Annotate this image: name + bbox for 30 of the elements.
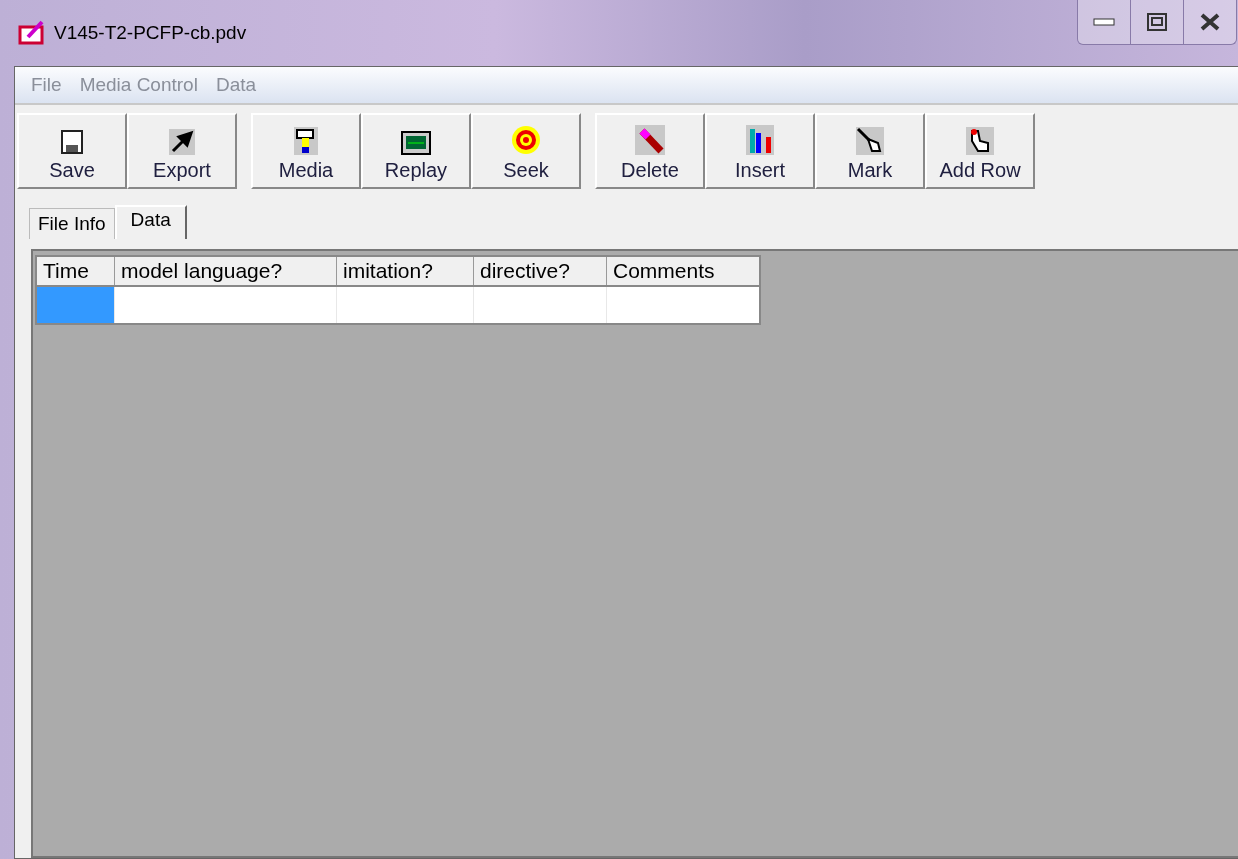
column-header[interactable]: Time bbox=[36, 256, 115, 286]
arrow-icon bbox=[169, 129, 195, 155]
tab[interactable]: File Info bbox=[29, 208, 115, 239]
toolbar-button[interactable]: Save bbox=[17, 113, 127, 189]
toolbar-button[interactable]: Mark bbox=[815, 113, 925, 189]
minimize-icon bbox=[1093, 18, 1115, 26]
tab[interactable]: Data bbox=[114, 205, 187, 239]
toolbar-button[interactable]: Export bbox=[127, 113, 237, 189]
video-camera-icon bbox=[294, 127, 318, 155]
table-cell[interactable] bbox=[36, 286, 115, 324]
toolbar-button[interactable]: Replay bbox=[361, 113, 471, 189]
pointer-hand-icon bbox=[856, 127, 884, 155]
app-icon bbox=[18, 19, 46, 47]
bars-icon bbox=[746, 125, 774, 155]
column-header[interactable]: Comments bbox=[606, 256, 760, 286]
maximize-icon bbox=[1147, 13, 1167, 31]
monitor-icon bbox=[401, 131, 431, 155]
marker-pen-icon bbox=[635, 125, 665, 155]
column-header[interactable]: imitation? bbox=[336, 256, 474, 286]
window-title: V145-T2-PCFP-cb.pdv bbox=[54, 22, 247, 44]
column-header[interactable]: directive? bbox=[473, 256, 607, 286]
column-header[interactable]: model language? bbox=[114, 256, 337, 286]
close-icon bbox=[1200, 13, 1220, 31]
toolbar-button[interactable]: Seek bbox=[471, 113, 581, 189]
toolbar-button[interactable]: Add Row bbox=[925, 113, 1035, 189]
target-icon bbox=[511, 125, 541, 155]
hand-cursor-icon bbox=[966, 127, 994, 155]
toolbar-button[interactable]: Media bbox=[251, 113, 361, 189]
toolbar-button[interactable]: Insert bbox=[705, 113, 815, 189]
toolbar-button[interactable]: Delete bbox=[595, 113, 705, 189]
